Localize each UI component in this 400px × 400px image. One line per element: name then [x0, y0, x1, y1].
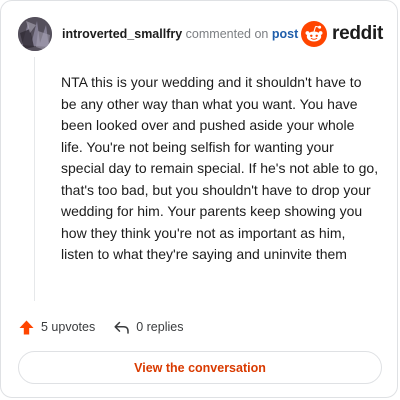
thread-line — [34, 57, 35, 301]
reply-arrow-icon — [114, 321, 129, 334]
comment-attribution: introverted_smallfry commented on post — [62, 27, 298, 41]
comment-body: NTA this is your wedding and it shouldn'… — [61, 74, 379, 262]
upvote-arrow-icon — [19, 320, 34, 334]
user-avatar-icon[interactable] — [18, 17, 52, 51]
reddit-wordmark: reddit — [332, 23, 383, 44]
view-conversation-button[interactable]: View the conversation — [18, 351, 382, 384]
attribution-verb: commented on — [185, 27, 269, 41]
reddit-brand[interactable]: reddit — [301, 21, 383, 47]
username-link[interactable]: introverted_smallfry — [62, 27, 182, 41]
reply-count: 0 replies — [136, 320, 184, 334]
comment-embed-card: introverted_smallfry commented on post r… — [0, 0, 398, 398]
comment-actions: 5 upvotes 0 replies — [18, 316, 183, 338]
comment-header: introverted_smallfry commented on post r… — [18, 16, 383, 52]
post-link[interactable]: post — [272, 27, 298, 41]
reply-button[interactable]: 0 replies — [113, 319, 183, 336]
upvote-button[interactable]: 5 upvotes — [18, 319, 95, 336]
reddit-alien-icon — [301, 21, 328, 47]
upvote-count: 5 upvotes — [41, 320, 96, 334]
